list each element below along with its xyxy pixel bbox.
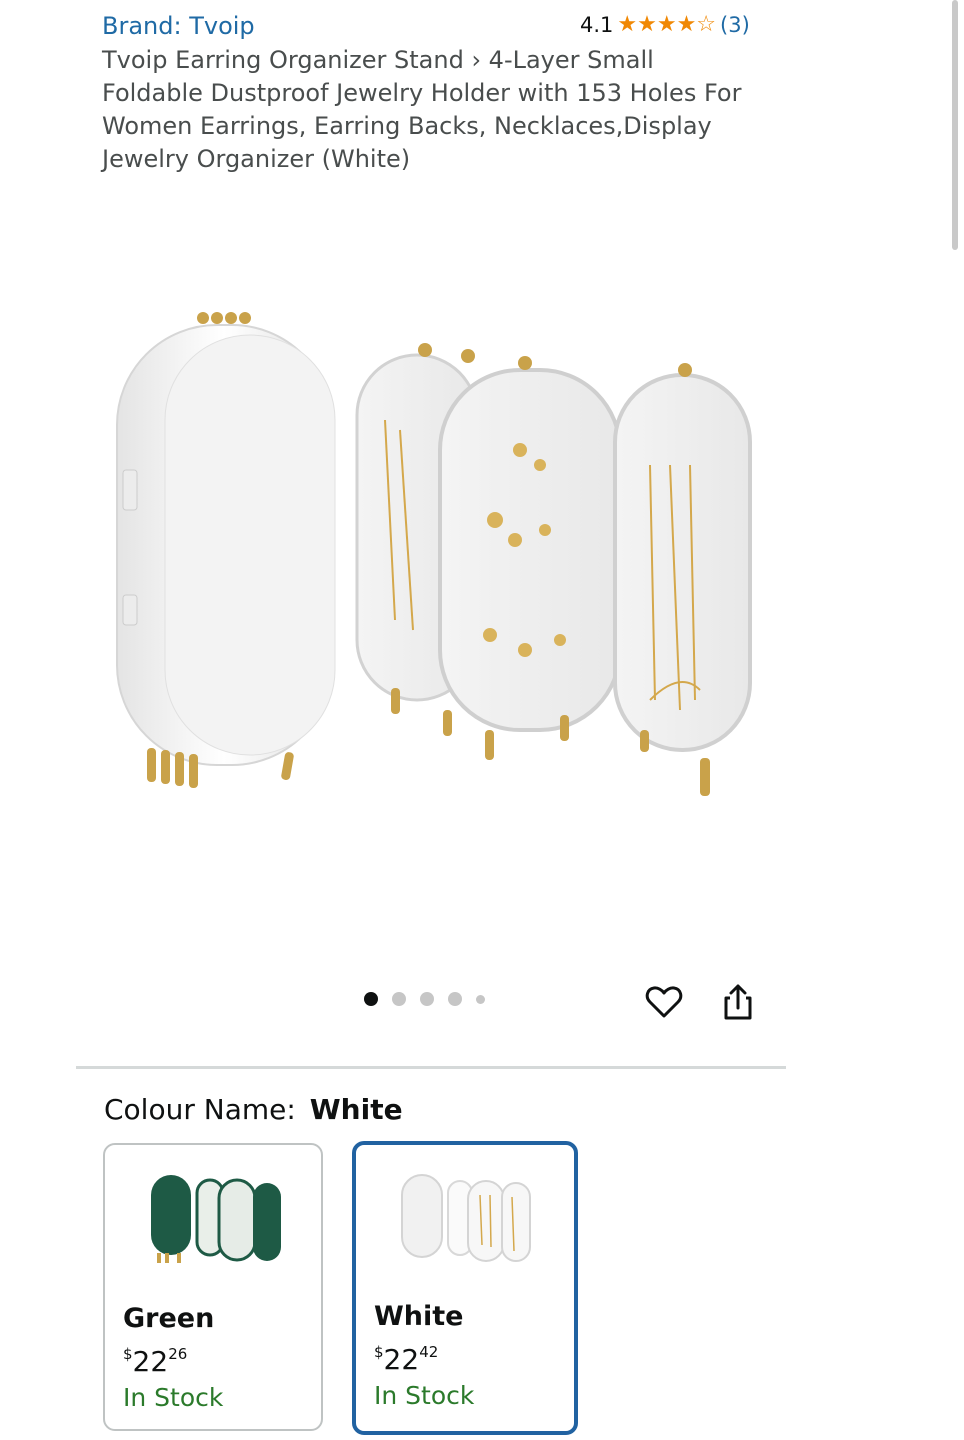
variant-price: $2242 — [374, 1343, 439, 1376]
share-icon[interactable] — [718, 982, 758, 1022]
variant-green[interactable]: Green $2226 In Stock — [103, 1143, 323, 1431]
image-carousel-indicator[interactable] — [364, 992, 485, 1006]
rating-value: 4.1 — [580, 12, 614, 37]
variant-name: Green — [123, 1303, 215, 1334]
heart-icon[interactable] — [644, 982, 684, 1022]
product-image[interactable] — [95, 290, 765, 810]
page-scrollbar[interactable] — [952, 0, 958, 250]
variant-white-thumbnail — [401, 1174, 531, 1262]
carousel-dot-1[interactable] — [364, 992, 378, 1006]
carousel-dot-5[interactable] — [476, 994, 485, 1004]
variant-white[interactable]: White $2242 In Stock — [352, 1141, 578, 1435]
carousel-dot-3[interactable] — [420, 992, 434, 1006]
colour-selection-label: Colour Name: White — [104, 1093, 403, 1126]
section-divider — [76, 1066, 786, 1069]
rating-summary[interactable]: 4.1 ★★★★☆ (3) — [580, 12, 750, 37]
carousel-dot-4[interactable] — [448, 992, 462, 1006]
brand-link[interactable]: Brand: Tvoip — [102, 12, 255, 40]
variant-price: $2226 — [123, 1345, 188, 1378]
rating-count-link[interactable]: (3) — [720, 13, 750, 37]
colour-selected-value: White — [309, 1093, 403, 1126]
product-title: Tvoip Earring Organizer Stand › 4-Layer … — [102, 46, 742, 173]
carousel-dot-2[interactable] — [392, 992, 406, 1006]
variant-stock-status: In Stock — [123, 1383, 224, 1412]
variant-green-thumbnail — [151, 1175, 281, 1263]
colour-label: Colour Name: — [104, 1093, 296, 1126]
variant-name: White — [374, 1301, 464, 1332]
variant-stock-status: In Stock — [374, 1381, 475, 1410]
star-rating-icon: ★★★★☆ — [617, 12, 717, 37]
